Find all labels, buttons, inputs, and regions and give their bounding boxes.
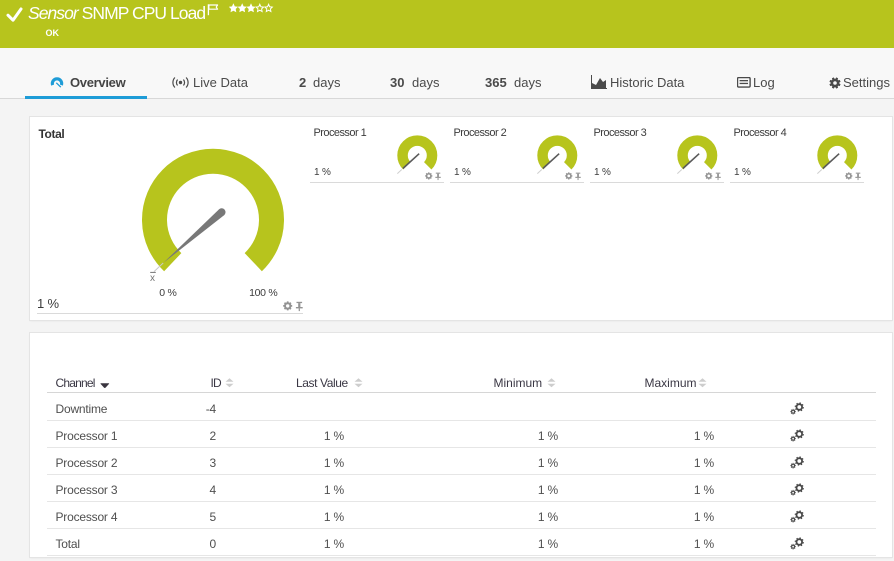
svg-text:x: x	[150, 273, 155, 284]
